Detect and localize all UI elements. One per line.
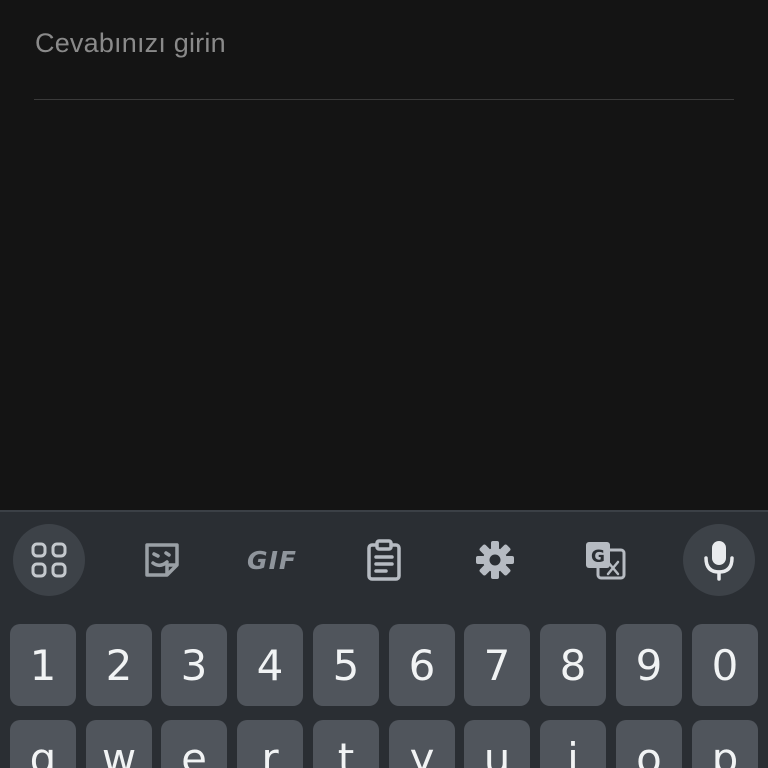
voice-input-button[interactable]	[683, 524, 755, 596]
clipboard-icon	[364, 538, 404, 582]
key-o[interactable]: o	[616, 720, 682, 768]
answer-input[interactable]: Cevabınızı girin	[34, 22, 734, 100]
key-y[interactable]: y	[389, 720, 455, 768]
key-w[interactable]: w	[86, 720, 152, 768]
key-0[interactable]: 0	[692, 624, 758, 706]
sticker-icon	[141, 539, 183, 581]
answer-placeholder: Cevabınızı girin	[35, 28, 226, 58]
keyboard-toolbar: GIF G	[0, 512, 768, 608]
svg-text:G: G	[591, 547, 605, 567]
key-4[interactable]: 4	[237, 624, 303, 706]
key-2[interactable]: 2	[86, 624, 152, 706]
screen: Cevabınızı girin GIF G 1 2 3 4 5 6 7 8 9…	[0, 0, 768, 768]
settings-button[interactable]	[459, 524, 531, 596]
key-6[interactable]: 6	[389, 624, 455, 706]
gif-icon: GIF	[247, 545, 297, 575]
keyboard: GIF G 1 2 3 4 5 6 7 8 9 0 q w e r t y u …	[0, 510, 768, 768]
key-8[interactable]: 8	[540, 624, 606, 706]
microphone-icon	[702, 539, 736, 581]
key-1[interactable]: 1	[10, 624, 76, 706]
translate-button[interactable]: G	[569, 524, 641, 596]
key-p[interactable]: p	[692, 720, 758, 768]
key-i[interactable]: i	[540, 720, 606, 768]
key-5[interactable]: 5	[313, 624, 379, 706]
apps-grid-icon	[31, 542, 67, 578]
gear-icon	[475, 540, 515, 580]
key-q[interactable]: q	[10, 720, 76, 768]
translate-icon: G	[584, 540, 626, 580]
key-r[interactable]: r	[237, 720, 303, 768]
clipboard-button[interactable]	[348, 524, 420, 596]
gif-button[interactable]: GIF	[236, 524, 308, 596]
key-3[interactable]: 3	[161, 624, 227, 706]
key-e[interactable]: e	[161, 720, 227, 768]
key-t[interactable]: t	[313, 720, 379, 768]
sticker-button[interactable]	[126, 524, 198, 596]
apps-button[interactable]	[13, 524, 85, 596]
key-7[interactable]: 7	[464, 624, 530, 706]
answer-underline	[34, 99, 734, 100]
key-u[interactable]: u	[464, 720, 530, 768]
key-9[interactable]: 9	[616, 624, 682, 706]
